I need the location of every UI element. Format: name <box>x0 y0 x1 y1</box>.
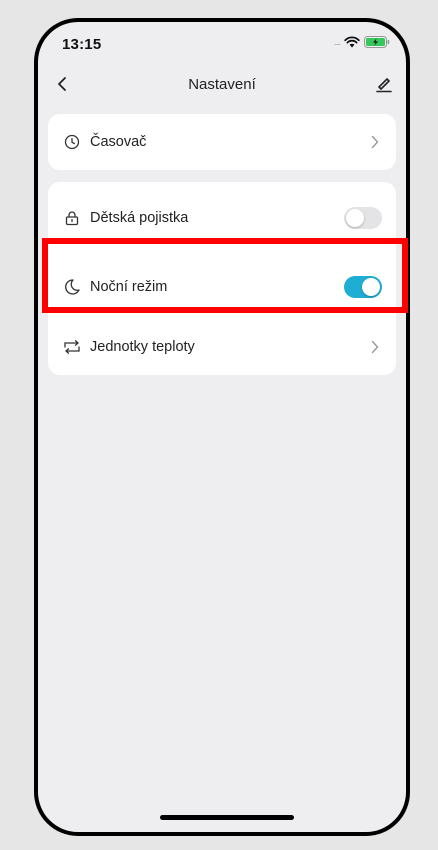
settings-row-timer[interactable]: Časovač <box>48 114 396 170</box>
settings-row-temperature-units[interactable]: Jednotky teploty <box>48 319 396 375</box>
battery-charging-icon <box>364 36 390 48</box>
page-title: Nastavení <box>188 76 256 93</box>
navigation-bar: Nastavení <box>38 66 406 102</box>
settings-row-label: Noční režim <box>90 279 168 295</box>
swap-icon <box>62 337 82 357</box>
settings-row-label: Časovač <box>90 134 147 150</box>
chevron-right-icon <box>368 134 382 150</box>
settings-row-child-lock: Dětská pojistka <box>48 190 396 246</box>
home-indicator <box>160 815 294 820</box>
toggle-knob <box>362 278 380 296</box>
lock-icon <box>62 208 82 228</box>
wifi-icon <box>344 36 360 48</box>
app-screen: 13:15 .... Nastavení Časovač Dětská poji… <box>38 22 406 832</box>
settings-row-label: Dětská pojistka <box>90 210 189 226</box>
signal-dots: .... <box>333 37 341 47</box>
status-time: 13:15 <box>62 36 102 53</box>
status-icons: .... <box>334 36 390 48</box>
clock-icon <box>62 132 82 152</box>
settings-card-timer: Časovač <box>48 114 396 170</box>
edit-pencil-icon <box>376 78 392 93</box>
status-bar: 13:15 .... <box>38 22 406 62</box>
settings-row-label: Jednotky teploty <box>90 339 195 355</box>
edit-button[interactable] <box>370 70 398 98</box>
settings-row-night-mode: Noční režim <box>48 259 396 315</box>
chevron-right-icon <box>368 339 382 355</box>
settings-card-device: Dětská pojistka Noční režim Jednotky tep… <box>48 182 396 375</box>
toggle-knob <box>346 209 364 227</box>
moon-icon <box>62 277 82 297</box>
child-lock-toggle[interactable] <box>344 207 382 229</box>
phone-frame: 13:15 .... Nastavení Časovač Dětská poji… <box>34 18 410 836</box>
night-mode-toggle[interactable] <box>344 276 382 298</box>
